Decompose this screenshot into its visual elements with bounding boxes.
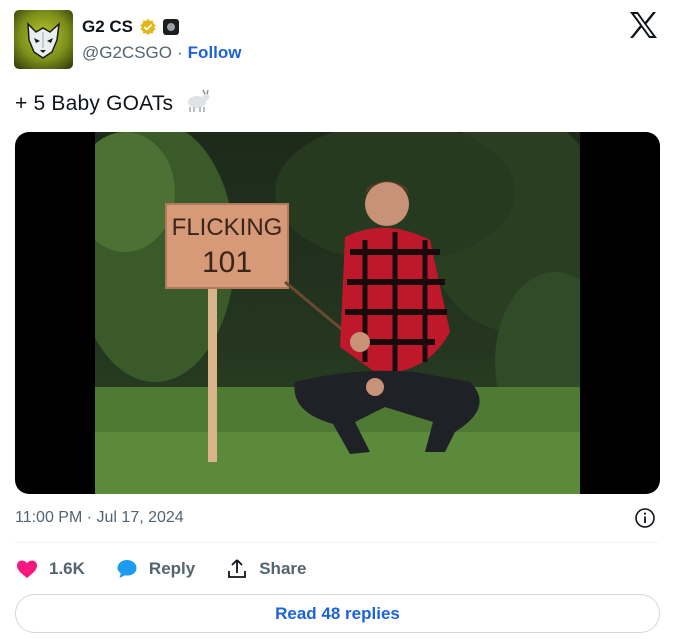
tweet-card: G2 CS @G2CSGO · Follow + 5 Baby GOATs FL… xyxy=(0,0,674,639)
tweet-photo[interactable]: FLICKING 101 xyxy=(95,132,580,494)
share-icon xyxy=(228,559,247,578)
heart-icon xyxy=(17,560,37,578)
author-handle-row: @G2CSGO · Follow xyxy=(82,43,242,63)
tweet-text: + 5 Baby GOATs xyxy=(15,89,211,116)
follow-button[interactable]: Follow xyxy=(188,43,242,63)
author-name-row: G2 CS xyxy=(82,15,180,39)
separator-dot: · xyxy=(177,43,183,62)
affiliate-badge-icon xyxy=(163,19,180,35)
like-button[interactable]: 1.6K xyxy=(15,557,85,581)
share-button[interactable]: Share xyxy=(225,557,306,581)
reply-label: Reply xyxy=(148,559,196,578)
gold-verified-badge-icon xyxy=(140,18,156,36)
tweet-media[interactable]: FLICKING 101 xyxy=(15,132,660,494)
goat-emoji-icon xyxy=(188,89,210,112)
reply-bubble-icon xyxy=(117,560,137,578)
info-icon[interactable] xyxy=(634,507,656,529)
like-count: 1.6K xyxy=(49,559,85,578)
share-label: Share xyxy=(259,559,307,578)
x-logo-icon[interactable] xyxy=(628,11,658,39)
sign-line1: FLICKING xyxy=(172,214,283,241)
author-display-name[interactable]: G2 CS xyxy=(82,17,133,37)
author-avatar[interactable] xyxy=(14,10,73,69)
sign-line2: 101 xyxy=(202,246,252,279)
tweet-timestamp[interactable]: 11:00 PM · Jul 17, 2024 xyxy=(15,509,184,527)
divider xyxy=(15,542,658,543)
author-handle[interactable]: @G2CSGO xyxy=(82,43,172,63)
read-replies-button[interactable]: Read 48 replies xyxy=(15,594,660,633)
g2-wolf-logo-icon xyxy=(27,22,60,59)
reply-button[interactable]: Reply xyxy=(115,557,195,581)
tweet-body: + 5 Baby GOATs xyxy=(15,92,174,115)
tweet-actions: 1.6K Reply Share xyxy=(15,556,306,582)
